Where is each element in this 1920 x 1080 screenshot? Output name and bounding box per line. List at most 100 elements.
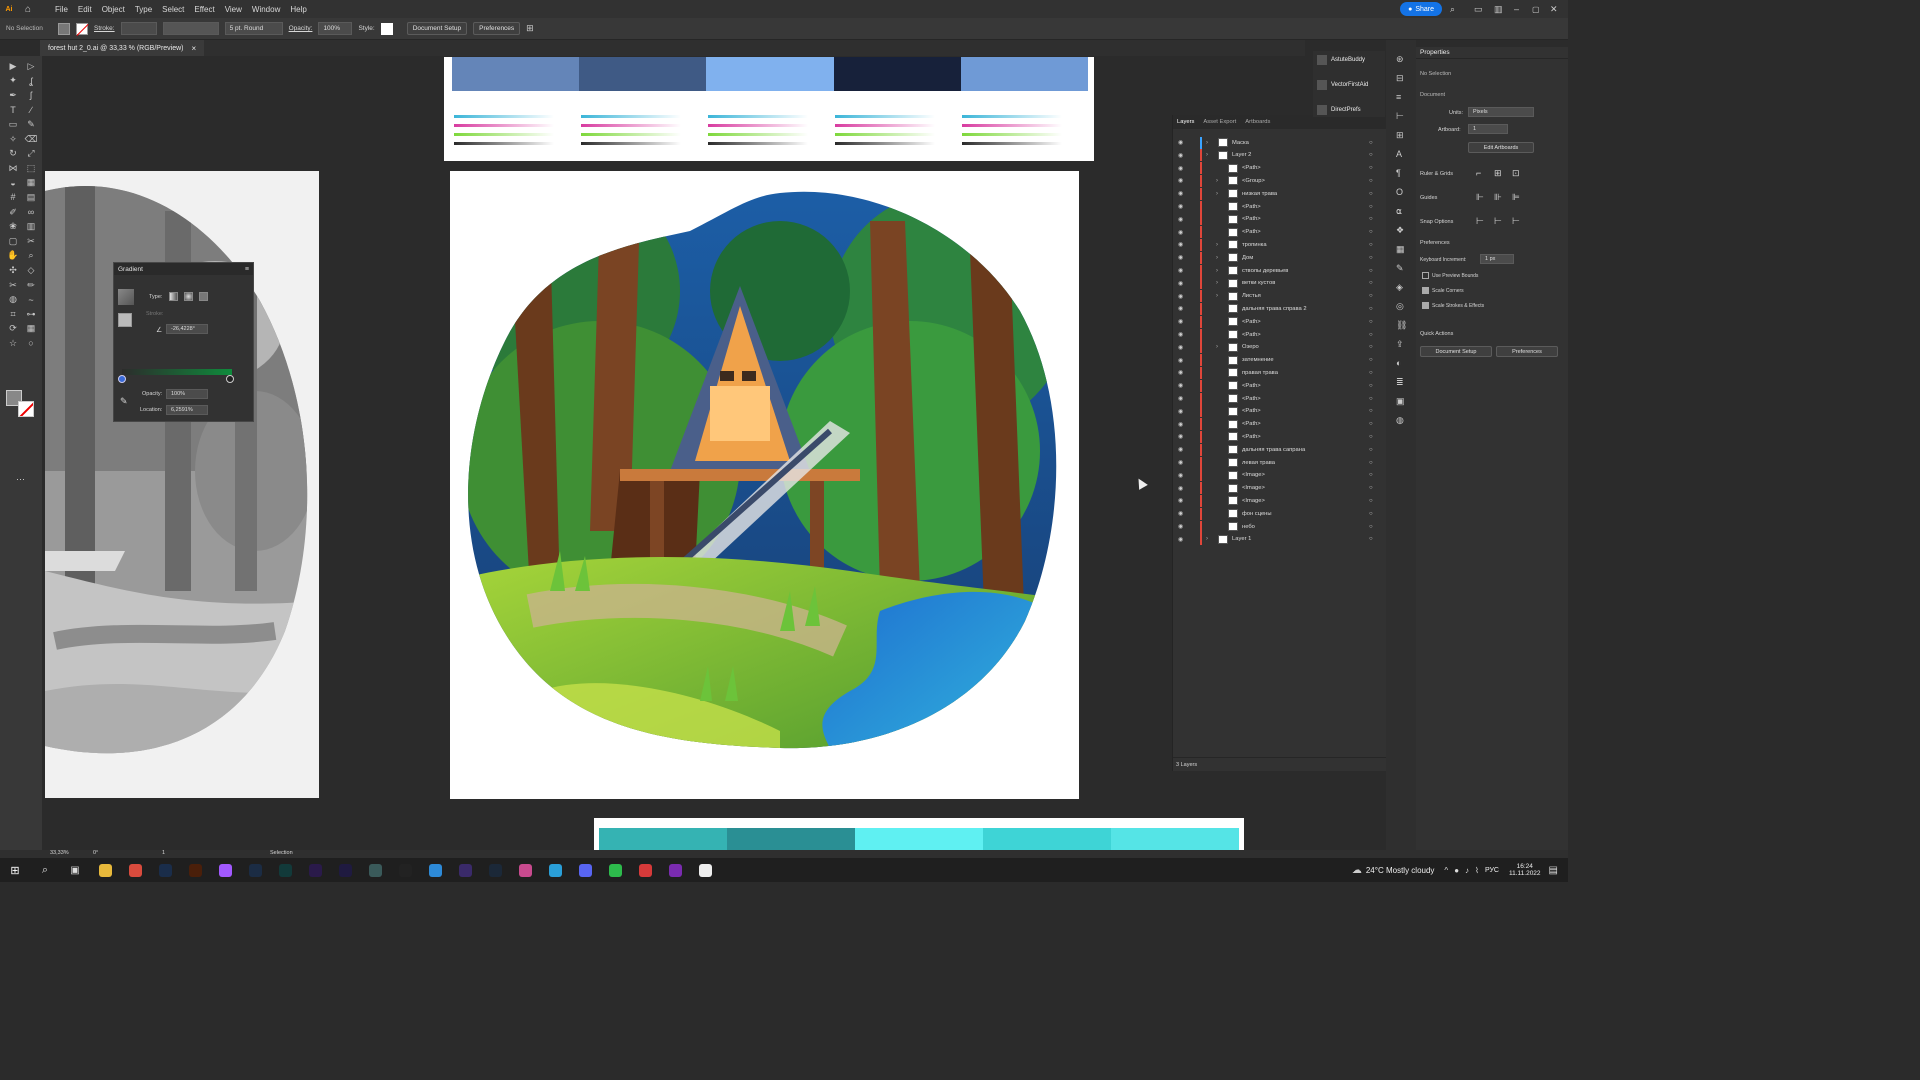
slice-tool-icon[interactable]: ✂: [25, 235, 37, 247]
crop-tool-icon[interactable]: ⌗: [7, 308, 19, 320]
visibility-eye-icon[interactable]: ◉: [1178, 152, 1188, 159]
lightroom-taskbar-button[interactable]: [240, 858, 270, 882]
document-setup-button[interactable]: Document Setup: [1420, 346, 1492, 357]
visibility-eye-icon[interactable]: ◉: [1178, 293, 1188, 300]
type-tool-icon[interactable]: T: [7, 104, 19, 116]
start-button[interactable]: ⊞: [0, 858, 30, 882]
teal-swatch[interactable]: [983, 828, 1111, 850]
layer-row[interactable]: ◉ <Path> ○: [1173, 226, 1387, 239]
arrange-icon[interactable]: ▥: [1494, 4, 1514, 15]
volume-icon[interactable]: ♪: [1465, 866, 1469, 875]
transform-panel-icon[interactable]: ⊞: [1396, 130, 1404, 141]
edit-artboards-button[interactable]: Edit Artboards: [1468, 142, 1534, 153]
layer-row[interactable]: ◉ › Layer 1 ○: [1173, 533, 1387, 546]
graphic-styles-panel-icon[interactable]: ◈: [1396, 282, 1403, 293]
libraries-panel-icon[interactable]: ⊛: [1396, 54, 1404, 65]
tab-artboards[interactable]: Artboards: [1245, 119, 1270, 125]
asset-export-panel-icon[interactable]: ⇪: [1396, 339, 1404, 350]
live-paint-tool-icon[interactable]: ◍: [7, 294, 19, 306]
menu-help[interactable]: Help: [285, 5, 311, 14]
notion-taskbar-button[interactable]: [690, 858, 720, 882]
target-circle-icon[interactable]: ○: [1369, 216, 1373, 222]
target-circle-icon[interactable]: ○: [1369, 229, 1373, 235]
visibility-eye-icon[interactable]: ◉: [1178, 280, 1188, 287]
angle-input[interactable]: -26,4228°: [166, 324, 208, 334]
layer-row[interactable]: ◉ <Path> ○: [1173, 392, 1387, 405]
align-panel-icon[interactable]: ⊢: [1396, 111, 1404, 122]
target-circle-icon[interactable]: ○: [1369, 306, 1373, 312]
target-circle-icon[interactable]: ○: [1369, 332, 1373, 338]
maps-taskbar-button[interactable]: [420, 858, 450, 882]
target-circle-icon[interactable]: ○: [1369, 165, 1373, 171]
paintbrush-tool-icon[interactable]: ✎: [25, 118, 37, 130]
teal-swatch[interactable]: [1111, 828, 1239, 850]
layer-row[interactable]: ◉ <Path> ○: [1173, 162, 1387, 175]
shaper-tool-icon[interactable]: ✧: [7, 133, 19, 145]
guides-icon[interactable]: ⊩: [1476, 192, 1484, 203]
expand-chevron-icon[interactable]: ›: [1216, 255, 1226, 261]
gradient-panel-icon[interactable]: ▣: [1396, 396, 1405, 407]
layer-row[interactable]: ◉ <Path> ○: [1173, 430, 1387, 443]
pencil-tool-icon[interactable]: ✏: [25, 279, 37, 291]
plugin-astutebuddy[interactable]: AstuteBuddy: [1317, 55, 1365, 65]
onenote-taskbar-button[interactable]: [660, 858, 690, 882]
visibility-eye-icon[interactable]: ◉: [1178, 485, 1188, 492]
target-circle-icon[interactable]: ○: [1369, 268, 1373, 274]
visibility-eye-icon[interactable]: ◉: [1178, 369, 1188, 376]
document-tab[interactable]: forest hut 2_0.ai @ 33,33 % (RGB/Preview…: [40, 40, 205, 56]
lasso-tool-icon[interactable]: ʆ: [25, 75, 37, 87]
fill-stroke-swatch[interactable]: [118, 313, 132, 327]
teal-palette-artboard[interactable]: [594, 818, 1244, 850]
layer-row[interactable]: ◉ фон сцены ○: [1173, 507, 1387, 520]
opacity-input[interactable]: 100%: [318, 22, 353, 35]
zoom-tool-icon[interactable]: ⌕: [25, 250, 37, 262]
use-preview-bounds-option[interactable]: Use Preview Bounds: [1422, 272, 1478, 279]
free-transform-tool-icon[interactable]: ⬚: [25, 162, 37, 174]
target-circle-icon[interactable]: ○: [1369, 421, 1373, 427]
layer-row[interactable]: ◉ <Image> ○: [1173, 469, 1387, 482]
expand-chevron-icon[interactable]: ›: [1216, 293, 1226, 299]
radial-gradient-button[interactable]: [184, 292, 193, 301]
visibility-eye-icon[interactable]: ◉: [1178, 433, 1188, 440]
app-taskbar-button[interactable]: [360, 858, 390, 882]
steam-taskbar-button[interactable]: [480, 858, 510, 882]
target-circle-icon[interactable]: ○: [1369, 357, 1373, 363]
visibility-eye-icon[interactable]: ◉: [1178, 267, 1188, 274]
visibility-eye-icon[interactable]: ◉: [1178, 497, 1188, 504]
layer-row[interactable]: ◉ <Image> ○: [1173, 494, 1387, 507]
grid-icon[interactable]: ⊞: [1494, 168, 1502, 179]
line-tool-icon[interactable]: ∕: [25, 104, 37, 116]
teal-swatch[interactable]: [855, 828, 983, 850]
hand-tool-icon[interactable]: ✋: [7, 250, 19, 262]
share-button[interactable]: ● Share: [1400, 2, 1442, 16]
visibility-eye-icon[interactable]: ◉: [1178, 229, 1188, 236]
layer-row[interactable]: ◉ <Path> ○: [1173, 328, 1387, 341]
visibility-eye-icon[interactable]: ◉: [1178, 536, 1188, 543]
close-tab-icon[interactable]: ×: [192, 44, 197, 53]
snap-pixel-icon[interactable]: ⊢: [1512, 216, 1520, 227]
expand-chevron-icon[interactable]: ›: [1216, 178, 1226, 184]
links-panel-icon[interactable]: ⛓: [1396, 320, 1407, 331]
search-icon[interactable]: ⌕: [1450, 4, 1466, 15]
layer-row[interactable]: ◉ › <Group> ○: [1173, 174, 1387, 187]
layer-row[interactable]: ◉ › Layer 2 ○: [1173, 149, 1387, 162]
checkbox-checked[interactable]: [1422, 302, 1429, 309]
symbols-panel-icon[interactable]: ❖: [1396, 225, 1404, 236]
layer-row[interactable]: ◉ затемнение ○: [1173, 354, 1387, 367]
layer-row[interactable]: ◉ › ветки кустов ○: [1173, 277, 1387, 290]
artboard-forest-hut[interactable]: [450, 171, 1079, 799]
tray-expand-icon[interactable]: ^: [1444, 866, 1448, 875]
illustrator-taskbar-button[interactable]: [180, 858, 210, 882]
visibility-eye-icon[interactable]: ◉: [1178, 523, 1188, 530]
layer-row[interactable]: ◉ <Image> ○: [1173, 482, 1387, 495]
target-circle-icon[interactable]: ○: [1369, 280, 1373, 286]
swatches-panel-icon[interactable]: ▦: [1396, 244, 1405, 255]
direct-selection-tool-icon[interactable]: ▷: [25, 60, 37, 72]
photoshop-taskbar-button[interactable]: [150, 858, 180, 882]
snap-point-icon[interactable]: ⊢: [1476, 216, 1484, 227]
audition-taskbar-button[interactable]: [270, 858, 300, 882]
ruler-icon[interactable]: ⌐: [1476, 168, 1481, 178]
panel-menu-icon[interactable]: ≡: [245, 266, 249, 273]
eyedropper-icon[interactable]: ✎: [120, 396, 128, 407]
visibility-eye-icon[interactable]: ◉: [1178, 357, 1188, 364]
